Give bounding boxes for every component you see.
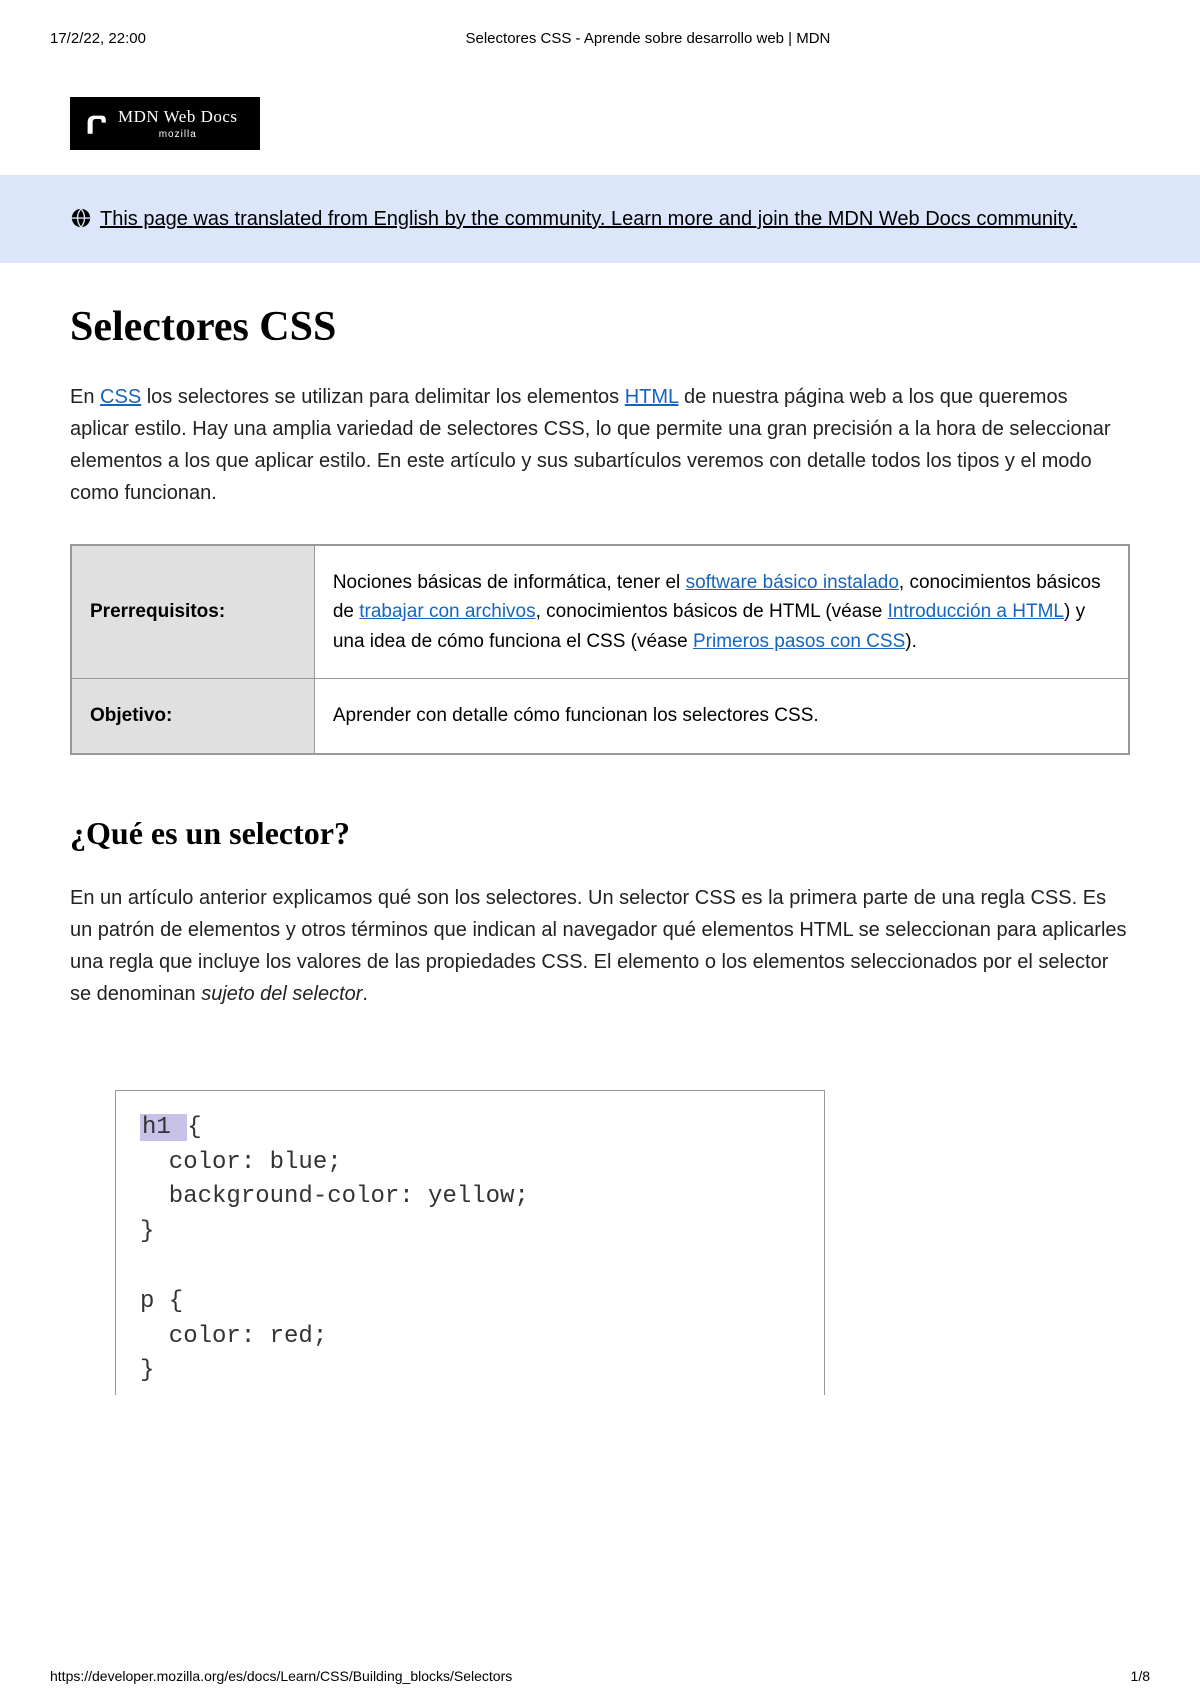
code-highlight: h1 [140, 1114, 187, 1141]
dino-icon [82, 110, 110, 138]
table-text: , conocimientos básicos de HTML (véase [536, 601, 888, 622]
prerequisites-table: Prerrequisitos: Nociones básicas de info… [70, 544, 1130, 755]
print-page-indicator: 1/8 [1131, 1668, 1150, 1684]
files-link[interactable]: trabajar con archivos [359, 601, 535, 622]
section-paragraph: En un artículo anterior explicamos qué s… [70, 882, 1130, 1010]
table-text: ). [905, 631, 917, 652]
software-link[interactable]: software básico instalado [686, 572, 899, 593]
code-line: background-color: yellow; [140, 1183, 529, 1210]
print-timestamp: 17/2/22, 22:00 [50, 30, 146, 47]
code-line: } [140, 1357, 154, 1384]
css-first-steps-link[interactable]: Primeros pasos con CSS [693, 631, 905, 652]
code-line: } [140, 1218, 154, 1245]
page-title: Selectores CSS [70, 303, 1130, 351]
prereq-label: Prerrequisitos: [71, 545, 314, 679]
table-text: Nociones básicas de informática, tener e… [333, 572, 686, 593]
css-link[interactable]: CSS [100, 386, 141, 408]
translation-banner-link[interactable]: This page was translated from English by… [100, 208, 1077, 230]
code-line: { [187, 1114, 201, 1141]
print-header: 17/2/22, 22:00 Selectores CSS - Aprende … [0, 0, 1200, 57]
section-heading: ¿Qué es un selector? [70, 815, 1130, 852]
logo-subtext: mozilla [118, 129, 238, 140]
intro-html-link[interactable]: Introducción a HTML [888, 601, 1064, 622]
section-italic: sujeto del selector [201, 983, 362, 1005]
prereq-value: Nociones básicas de informática, tener e… [314, 545, 1129, 679]
code-line: color: red; [140, 1323, 327, 1350]
html-link[interactable]: HTML [625, 386, 679, 408]
objective-value: Aprender con detalle cómo funcionan los … [314, 679, 1129, 754]
intro-text: los selectores se utilizan para delimita… [141, 386, 625, 408]
table-row: Objetivo: Aprender con detalle cómo func… [71, 679, 1129, 754]
print-url: https://developer.mozilla.org/es/docs/Le… [50, 1668, 512, 1684]
print-doc-title: Selectores CSS - Aprende sobre desarroll… [466, 30, 831, 47]
code-line: color: blue; [140, 1149, 342, 1176]
print-footer: https://developer.mozilla.org/es/docs/Le… [50, 1668, 1150, 1684]
intro-text: En [70, 386, 100, 408]
objective-label: Objetivo: [71, 679, 314, 754]
intro-paragraph: En CSS los selectores se utilizan para d… [70, 381, 1130, 509]
table-row: Prerrequisitos: Nociones básicas de info… [71, 545, 1129, 679]
logo-text: MDN Web Docs [118, 107, 238, 127]
code-example: h1 { color: blue; background-color: yell… [115, 1090, 825, 1395]
globe-icon [70, 207, 92, 229]
section-text-end: . [362, 983, 368, 1005]
code-line: p { [140, 1288, 183, 1315]
translation-banner: This page was translated from English by… [0, 175, 1200, 263]
mdn-logo[interactable]: MDN Web Docs mozilla [70, 97, 260, 150]
